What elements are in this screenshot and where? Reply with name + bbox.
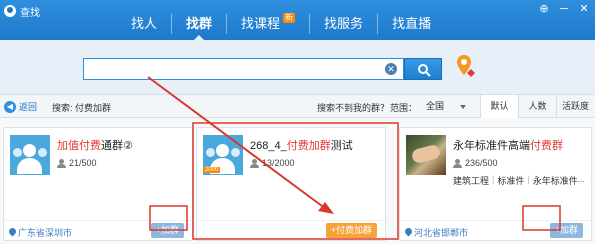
main-nav: 找人 找群 找课程新 找服务 找直播: [117, 8, 445, 41]
group-tags: 建筑工程 | 标准件 | 永年标准件: [453, 174, 578, 187]
new-badge: 新: [283, 13, 296, 23]
tab-find-groups[interactable]: 找群: [172, 8, 226, 41]
member-icon: [57, 158, 66, 168]
sort-tab-default[interactable]: 默认: [480, 95, 518, 118]
window-controls: ⊕ ─ ✕: [537, 2, 591, 16]
group-avatar: 2000: [203, 135, 243, 175]
filter-bar: ◀ 返回 搜索: 付费加群 搜索不到我的群？ 范围： 全国 默认 人数 活跃度: [0, 94, 595, 118]
sort-tab-members[interactable]: 人数: [518, 95, 556, 118]
group-avatar: [406, 135, 446, 175]
group-title[interactable]: 加值付费通群②: [57, 137, 133, 153]
member-count: 21/500: [57, 158, 97, 168]
join-group-button[interactable]: +加群: [150, 223, 184, 238]
tab-find-live[interactable]: 找直播: [378, 8, 445, 40]
range-select[interactable]: 全国: [418, 99, 470, 114]
back-button[interactable]: ◀ 返回: [4, 100, 37, 113]
more-tags[interactable]: ...: [577, 174, 585, 184]
range-label: 范围：: [390, 103, 418, 113]
sort-tab-activity[interactable]: 活跃度: [556, 95, 594, 118]
group-card[interactable]: 永年标准件高端付费群 236/500 建筑工程 | 标准件 | 永年标准件 ... …: [399, 127, 592, 241]
back-label: 返回: [19, 102, 38, 112]
tag[interactable]: 永年标准件: [533, 174, 578, 187]
search-input[interactable]: ✕: [83, 58, 404, 80]
close-button[interactable]: ✕: [577, 2, 591, 16]
member-icon: [453, 158, 462, 168]
app-title-group: 查找: [4, 4, 40, 19]
search-clear-icon[interactable]: ✕: [385, 63, 397, 75]
card-footer: +付费加群: [197, 220, 385, 240]
search-button[interactable]: [404, 58, 442, 80]
member-icon: [250, 158, 259, 168]
paid-join-button[interactable]: +付费加群: [325, 223, 377, 238]
not-found-link[interactable]: 搜索不到我的群？: [317, 101, 389, 114]
feedback-icon[interactable]: ⊕: [537, 2, 551, 16]
tab-find-services[interactable]: 找服务: [310, 8, 377, 40]
member-count: 236/500: [453, 158, 498, 168]
back-icon: ◀: [4, 100, 16, 113]
group-location: 广东省深圳市: [9, 226, 72, 239]
card-footer: 广东省深圳市 +加群: [4, 220, 192, 240]
group-title[interactable]: 永年标准件高端付费群: [453, 137, 563, 153]
location-pin-icon: [405, 228, 412, 237]
group-card[interactable]: 加值付费通群② 21/500 广东省深圳市 +加群: [3, 127, 193, 241]
group-location: 河北省邯郸市: [405, 226, 468, 239]
tab-find-courses[interactable]: 找课程新: [227, 8, 309, 40]
tag[interactable]: 建筑工程: [453, 174, 489, 187]
join-group-button[interactable]: +加群: [549, 223, 583, 238]
chevron-down-icon: [460, 105, 466, 109]
avatar-tag: 2000: [203, 167, 221, 173]
group-avatar: [10, 135, 50, 175]
results-area: 加值付费通群② 21/500 广东省深圳市 +加群 2000 268_4_付费加…: [0, 118, 595, 244]
app-logo-icon: [4, 5, 16, 17]
group-card[interactable]: 2000 268_4_付费加群测试 13/2000 +付费加群: [196, 127, 386, 241]
tab-find-people[interactable]: 找人: [117, 8, 171, 40]
search-area: ✕: [0, 40, 595, 94]
card-footer: 河北省邯郸市 +加群: [400, 220, 591, 240]
title-bar: 查找 ⊕ ─ ✕ 找人 找群 找课程新 找服务 找直播: [0, 0, 595, 41]
location-pin-icon: [9, 228, 16, 237]
search-icon: [418, 64, 431, 77]
group-title[interactable]: 268_4_付费加群测试: [250, 137, 353, 153]
tag[interactable]: 标准件: [497, 174, 524, 187]
minimize-button[interactable]: ─: [557, 2, 571, 16]
app-title: 查找: [20, 7, 40, 19]
map-pin-icon[interactable]: [455, 53, 477, 79]
search-query-label: 搜索: 付费加群: [52, 103, 112, 113]
member-count: 13/2000: [250, 158, 295, 168]
